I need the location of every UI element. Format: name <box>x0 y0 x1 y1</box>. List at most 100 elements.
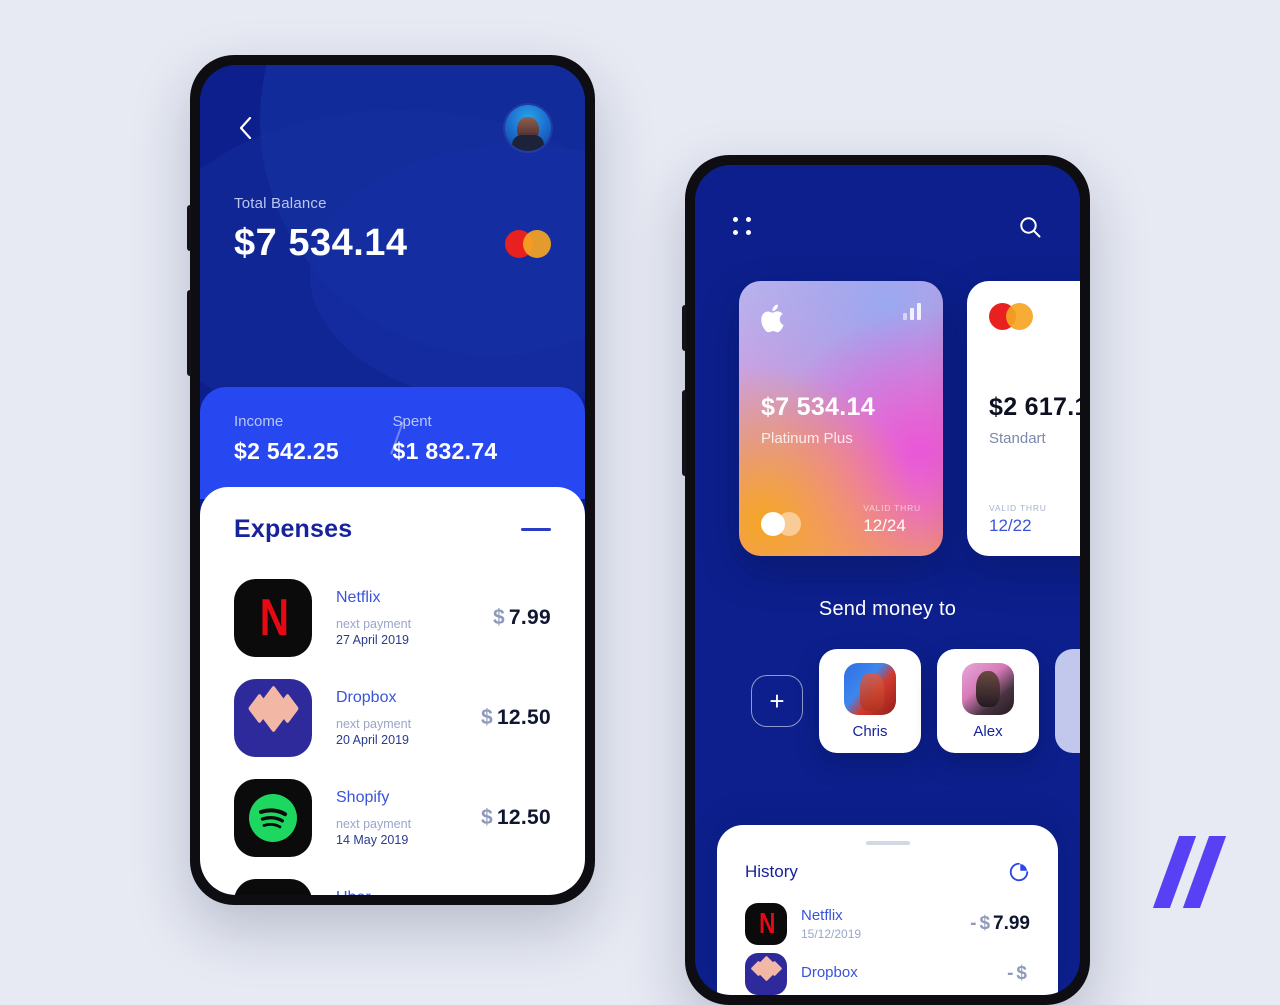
expense-row[interactable]: Uber Uber 10:41 14 May 2019 $4.56 <box>234 868 551 895</box>
phone-screen-right: $7 534.14 Platinum Plus VALID THRU 12/24 <box>695 165 1080 995</box>
history-row[interactable]: Dropbox - $ <box>745 949 1030 995</box>
card-validity: VALID THRU 12/22 <box>989 503 1047 536</box>
top-bar <box>695 165 1080 239</box>
card-validity: VALID THRU 12/24 <box>863 503 921 536</box>
expense-row[interactable]: Dropbox next payment 20 April 2019 $12.5… <box>234 668 551 768</box>
expenses-header: Expenses <box>234 515 551 544</box>
chevron-left-icon <box>239 117 251 139</box>
history-title: History <box>745 862 798 881</box>
income-value: $2 542.25 <box>234 438 340 464</box>
netflix-icon: N <box>234 579 312 657</box>
cards-carousel[interactable]: $7 534.14 Platinum Plus VALID THRU 12/24 <box>695 239 1080 556</box>
phone-side-button-power[interactable] <box>682 390 686 476</box>
netflix-icon: N <box>745 903 787 945</box>
mastercard-ghost-icon <box>761 512 801 536</box>
currency-symbol: $ <box>1016 963 1027 984</box>
history-amount: - $7.99 <box>970 913 1030 935</box>
currency-symbol: $ <box>492 606 505 629</box>
spotify-icon <box>234 779 312 857</box>
dropbox-icon <box>745 953 787 995</box>
mastercard-orange-circle <box>1006 303 1033 330</box>
income-spent-card: Income $2 542.25 Spent $1 832.74 <box>200 387 585 499</box>
valid-thru-label: VALID THRU <box>989 503 1047 513</box>
mastercard-orange-circle <box>523 229 551 258</box>
uber-icon: Uber <box>234 879 312 895</box>
bank-card-standard[interactable]: $2 617.14 Standart VALID THRU 12/22 <box>967 281 1080 556</box>
balance-label: Total Balance <box>234 195 327 212</box>
expense-amount: $12.50 <box>481 806 551 830</box>
contact-card-alex[interactable]: Alex <box>937 649 1039 753</box>
phone-device-left: Total Balance $7 534.14 Income $2 542.25… <box>187 55 595 905</box>
card-amount: $7 534.14 <box>761 393 875 421</box>
card-tier: Standart <box>989 430 1046 447</box>
apple-icon <box>761 304 784 333</box>
plus-icon: + <box>769 686 785 716</box>
valid-thru-label: VALID THRU <box>863 503 921 513</box>
minus-icon[interactable] <box>521 528 551 531</box>
back-button[interactable] <box>234 117 256 139</box>
contact-name: Chris <box>852 722 888 740</box>
mastercard-icon <box>505 229 551 258</box>
contact-card-seb[interactable]: Seb <box>1055 649 1080 753</box>
income-label: Income <box>234 413 284 430</box>
expense-sub-date: 27 April 2019 <box>336 633 409 647</box>
chris-avatar <box>844 662 896 715</box>
history-amount: - $ <box>1007 963 1030 985</box>
contacts-list[interactable]: + Chris Alex Seb <box>695 621 1080 753</box>
phone-side-button-volume[interactable] <box>187 205 191 251</box>
history-date: 15/12/2019 <box>801 927 862 941</box>
expense-name: Netflix <box>336 589 381 606</box>
bar-chart-icon <box>903 303 921 320</box>
valid-thru-value: 12/24 <box>863 516 906 535</box>
currency-symbol: $ <box>480 806 493 829</box>
history-name: Dropbox <box>801 964 858 981</box>
add-contact-button[interactable]: + <box>751 675 803 727</box>
expense-sub-label: next payment <box>336 817 412 831</box>
alex-avatar <box>962 662 1014 715</box>
amount-value: 7.99 <box>508 606 551 629</box>
phone-side-button-volume[interactable] <box>682 305 686 351</box>
expense-row[interactable]: Shopify next payment 14 May 2019 $12.50 <box>234 768 551 868</box>
valid-thru-value: 12/22 <box>989 516 1032 535</box>
card-amount: $2 617.14 <box>989 393 1080 421</box>
amount-value: 7.99 <box>993 913 1030 934</box>
spent-stat: Spent $1 832.74 <box>393 413 552 465</box>
avatar-hair <box>512 135 544 151</box>
expense-sub-date: 20 April 2019 <box>336 733 409 747</box>
spotify-glyph <box>249 794 297 842</box>
pie-chart-icon[interactable] <box>1008 861 1030 883</box>
income-stat: Income $2 542.25 <box>234 413 393 465</box>
send-money-title: Send money to <box>818 598 957 620</box>
spent-value: $1 832.74 <box>392 438 498 464</box>
currency-symbol: $ <box>979 913 991 934</box>
double-slash-logo <box>1152 836 1232 908</box>
contact-name: Alex <box>973 722 1003 740</box>
mastercard-icon <box>989 303 1033 330</box>
dropbox-icon <box>234 679 312 757</box>
history-row[interactable]: N Netflix 15/12/2019 - $7.99 <box>745 899 1030 949</box>
amount-sign: - <box>1007 963 1014 984</box>
contact-card-chris[interactable]: Chris <box>819 649 921 753</box>
expense-name: Uber <box>336 889 493 895</box>
expense-name: Dropbox <box>336 689 397 706</box>
expense-name: Shopify <box>336 789 390 806</box>
amount-value: 12.50 <box>496 806 551 829</box>
history-sheet: History N Netflix 15/12/2019 - $ 7.99 Dr… <box>717 825 1058 995</box>
phone-device-right: $7 534.14 Platinum Plus VALID THRU 12/24 <box>682 155 1090 1005</box>
grid-dots-icon[interactable] <box>733 217 753 237</box>
bank-card-platinum[interactable]: $7 534.14 Platinum Plus VALID THRU 12/24 <box>739 281 943 556</box>
card-tier: Platinum Plus <box>761 430 853 447</box>
expense-sub-label: next payment <box>336 717 412 731</box>
expense-amount: $12.50 <box>481 706 551 730</box>
currency-symbol: $ <box>480 706 493 729</box>
balance-amount: $7 534.14 <box>234 222 408 264</box>
search-icon[interactable] <box>1018 215 1042 239</box>
phone-screen-left: Total Balance $7 534.14 Income $2 542.25… <box>200 65 585 895</box>
amount-value: 12.50 <box>496 706 551 729</box>
avatar[interactable] <box>505 105 551 151</box>
top-bar <box>200 65 585 151</box>
expense-row[interactable]: N Netflix next payment 27 April 2019 $7.… <box>234 568 551 668</box>
sheet-grabber[interactable] <box>865 841 910 845</box>
phone-side-button-power[interactable] <box>187 290 191 376</box>
balance-header: Total Balance $7 534.14 <box>200 65 585 405</box>
